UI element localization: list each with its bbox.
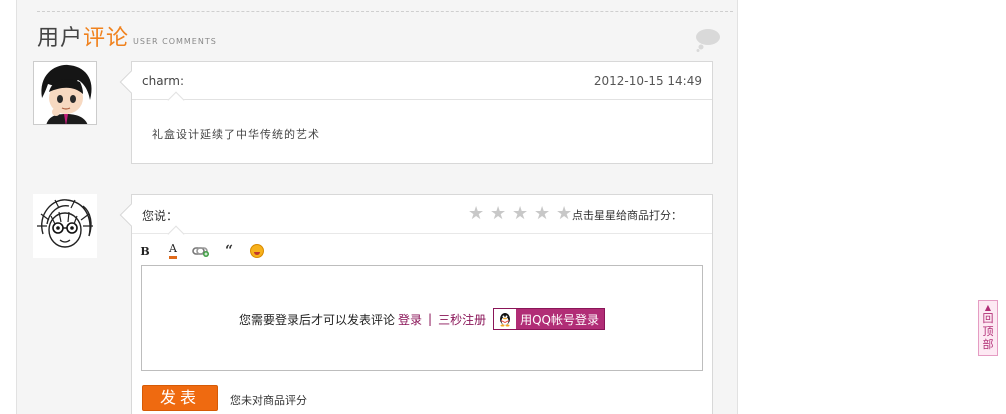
qq-login-label: 用QQ帐号登录: [520, 312, 599, 327]
comment-form: 您说： ★ ★ ★ ★ ★ 点击星星给商品打分： B A “ 您需要登录后才可以…: [119, 194, 713, 414]
rating-star-icon[interactable]: ★: [534, 205, 552, 223]
quote-button[interactable]: “: [220, 242, 238, 260]
link-icon: [192, 247, 209, 257]
rating-status: 您未对商品评分: [230, 394, 307, 407]
title-en: USER COMMENTS: [133, 37, 217, 46]
title-part1: 用户: [37, 26, 84, 51]
divider: [37, 11, 733, 12]
avatar-sketch-icon: [33, 194, 97, 258]
comment-section: 用户评论 USER COMMENTS charm: 2012-10-15 14:4…: [16, 0, 738, 414]
form-label: 您说：: [142, 209, 179, 223]
speech-bubble-icon: [696, 29, 720, 52]
register-link[interactable]: 三秒注册: [438, 311, 486, 328]
section-title: 用户评论 USER COMMENTS: [37, 20, 217, 51]
comment-date: 2012-10-15 14:49: [593, 74, 702, 88]
rating-star-icon[interactable]: ★: [512, 205, 530, 223]
avatar-illustration-icon: [34, 62, 96, 124]
login-prompt-line: 您需要登录后才可以发表评论 登录 | 三秒注册 用QQ帐号登录: [142, 308, 702, 330]
rating-hint: 点击星星给商品打分：: [572, 209, 682, 222]
emoji-button[interactable]: [248, 242, 266, 260]
font-color-icon: A: [169, 243, 177, 259]
smiley-icon: [250, 244, 264, 258]
submit-button[interactable]: 发表: [142, 385, 218, 411]
comment-text: 礼盒设计延续了中华传统的艺术: [152, 128, 320, 141]
avatar: [33, 194, 97, 258]
comment-author: charm:: [142, 74, 185, 88]
qq-penguin-icon: [494, 309, 517, 329]
back-to-top-char: 回: [982, 312, 994, 325]
login-prompt: 您需要登录后才可以发表评论: [239, 312, 396, 327]
rating-star-icon[interactable]: ★: [468, 205, 486, 223]
back-to-top-char: 顶: [982, 325, 994, 338]
login-link[interactable]: 登录: [398, 311, 422, 328]
comment-editor[interactable]: 您需要登录后才可以发表评论 登录 | 三秒注册 用QQ帐号登录: [141, 265, 703, 371]
qq-login-button[interactable]: 用QQ帐号登录: [493, 308, 605, 330]
bold-button[interactable]: B: [136, 242, 154, 260]
insert-link-button[interactable]: [192, 242, 210, 260]
editor-toolbar: B A “: [136, 242, 266, 260]
comment-card: charm: 2012-10-15 14:49 礼盒设计延续了中华传统的艺术: [119, 61, 713, 164]
back-to-top-char: 部: [982, 338, 994, 351]
title-part2: 评论: [83, 26, 130, 51]
separator: |: [428, 312, 433, 326]
font-color-button[interactable]: A: [164, 242, 182, 260]
up-arrow-icon: ▲: [984, 303, 992, 312]
avatar: [33, 61, 97, 125]
rating-star-icon[interactable]: ★: [490, 205, 508, 223]
rating-stars: ★ ★ ★ ★ ★: [468, 205, 574, 223]
back-to-top-button[interactable]: ▲ 回 顶 部: [978, 300, 998, 356]
